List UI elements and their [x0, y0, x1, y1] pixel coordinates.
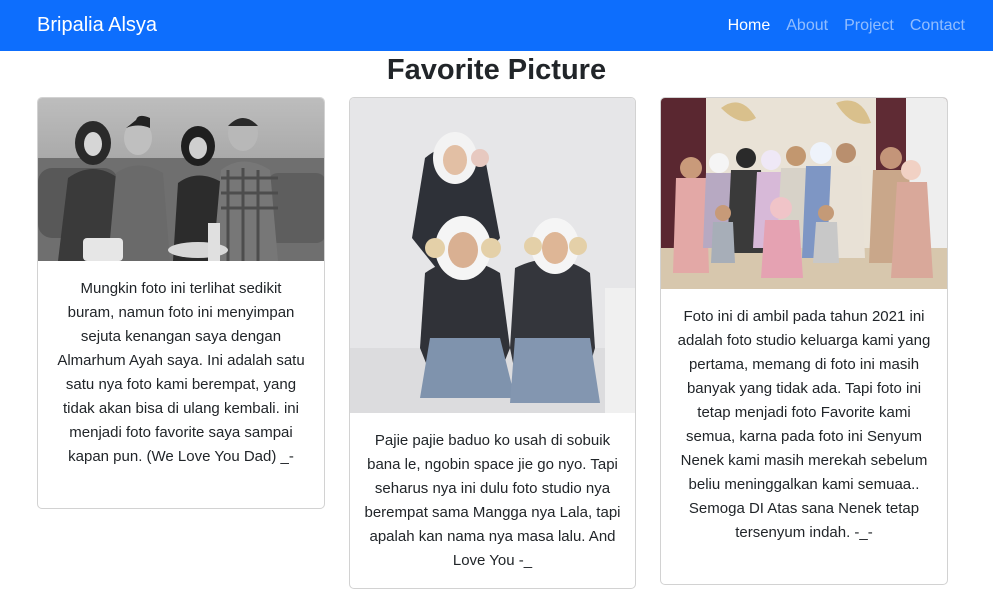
card-1-text: Mungkin foto ini terlihat sedikit buram,…: [57, 280, 305, 465]
friends-studio-photo: [350, 98, 635, 413]
family-photo-grayscale: [38, 98, 324, 261]
nav-link-contact[interactable]: Contact: [910, 17, 965, 35]
nav-link-about[interactable]: About: [786, 17, 828, 35]
picture-card-3: Foto ini di ambil pada tahun 2021 ini ad…: [660, 97, 948, 585]
picture-card-1: Mungkin foto ini terlihat sedikit buram,…: [37, 97, 325, 509]
nav-link-project[interactable]: Project: [844, 17, 894, 35]
friends-photo-image: [350, 98, 635, 413]
card-3-text: Foto ini di ambil pada tahun 2021 ini ad…: [677, 308, 931, 541]
page-title: Favorite Picture: [386, 54, 607, 86]
picture-card-2: Pajie pajie baduo ko usah di sobuik bana…: [349, 97, 636, 589]
navbar-brand[interactable]: Bripalia Alsya: [37, 14, 157, 37]
family-studio-photo-image: [661, 98, 947, 289]
card-2-text: Pajie pajie baduo ko usah di sobuik bana…: [364, 432, 621, 569]
nav-link-home[interactable]: Home: [728, 17, 771, 35]
navbar: Bripalia Alsya Home About Project Contac…: [0, 0, 993, 51]
nav-links: Home About Project Contact: [728, 17, 965, 35]
family-photo-image: [38, 98, 324, 261]
big-family-studio-photo: [661, 98, 947, 289]
